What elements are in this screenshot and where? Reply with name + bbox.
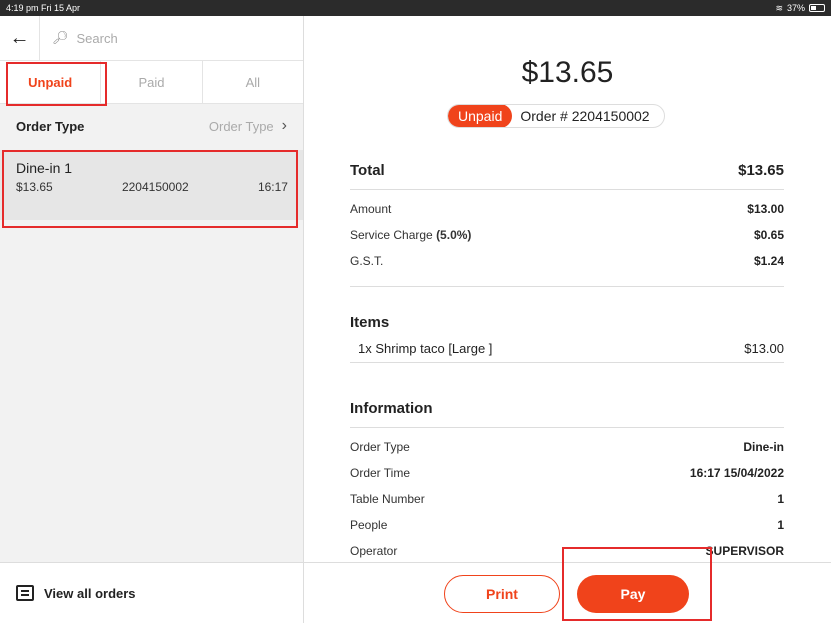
- amount-row: Amount $13.00: [350, 196, 784, 222]
- print-button[interactable]: Print: [444, 575, 560, 613]
- amount-value: $13.00: [747, 202, 784, 216]
- order-card-number: 2204150002: [121, 180, 189, 194]
- order-type-filter[interactable]: Order Type Order Type ›: [0, 104, 303, 148]
- information-rows: Order Type Dine-in Order Time 16:17 15/0…: [350, 428, 784, 564]
- order-card[interactable]: Dine-in 1 $13.65 2204150002 16:17: [0, 150, 303, 228]
- view-all-orders-button[interactable]: View all orders: [0, 562, 303, 623]
- info-row-table-number: Table Number 1: [350, 486, 784, 512]
- info-label: Order Time: [350, 466, 411, 480]
- items-section: Items 1x Shrimp taco [Large ] $13.00: [350, 314, 784, 363]
- order-card-amount: $13.65: [16, 180, 53, 194]
- order-number: Order # 2204150002: [520, 108, 650, 124]
- order-card-details: $13.65 2204150002 16:17: [16, 180, 288, 194]
- total-label: Total: [350, 162, 385, 179]
- info-row-order-time: Order Time 16:17 15/04/2022: [350, 460, 784, 486]
- search-input[interactable]: [76, 30, 277, 46]
- search-row: ← 🔎︎: [0, 15, 303, 61]
- action-bar: Print Pay: [304, 547, 831, 623]
- info-label: Order Type: [350, 440, 410, 454]
- status-tabs: Unpaid Paid All: [0, 61, 303, 106]
- service-charge-text: Service Charge: [350, 228, 433, 242]
- service-charge-pct: (5.0%): [436, 228, 472, 242]
- order-list-panel: ← 🔎︎ Unpaid Paid All Order Type Order Ty…: [0, 15, 304, 623]
- gst-row: G.S.T. $1.24: [350, 248, 784, 274]
- battery-percent: 37%: [786, 3, 805, 13]
- info-row-order-type: Order Type Dine-in: [350, 434, 784, 460]
- order-card-time: 16:17: [257, 180, 288, 194]
- back-arrow-icon[interactable]: ←: [0, 15, 40, 61]
- service-charge-row: Service Charge (5.0%) $0.65: [350, 222, 784, 248]
- information-title: Information: [350, 400, 784, 428]
- order-status-pill: Unpaid Order # 2204150002: [447, 104, 665, 128]
- info-label: People: [350, 518, 388, 532]
- tab-paid[interactable]: Paid: [101, 61, 203, 103]
- items-title: Items: [350, 314, 390, 331]
- chevron-right-icon: ›: [281, 117, 287, 134]
- total-value: $13.65: [738, 162, 784, 179]
- info-value: 1: [777, 518, 784, 532]
- status-time: 4:19 pm Fri 15 Apr: [6, 3, 81, 13]
- amount-label: Amount: [350, 202, 392, 216]
- order-detail-panel: $13.65 Unpaid Order # 2204150002 Total $…: [304, 16, 831, 623]
- wifi-icon: ≋: [775, 2, 783, 13]
- tab-unpaid[interactable]: Unpaid: [0, 61, 108, 106]
- service-charge-value: $0.65: [753, 228, 784, 242]
- tab-all[interactable]: All: [203, 61, 303, 103]
- item-price: $13.00: [744, 341, 784, 356]
- info-value: 16:17 15/04/2022: [689, 466, 784, 480]
- view-all-orders-label: View all orders: [44, 585, 136, 601]
- info-row-operator: Operator SUPERVISOR: [350, 538, 784, 564]
- info-label: Table Number: [350, 492, 425, 506]
- order-card-title: Dine-in 1: [16, 160, 73, 176]
- status-bar: 4:19 pm Fri 15 Apr ≋ 37%: [0, 0, 831, 16]
- gst-label: G.S.T.: [350, 254, 384, 268]
- item-name: 1x Shrimp taco [Large ]: [358, 341, 493, 356]
- total-row: Total $13.65: [350, 162, 784, 190]
- search-icon: 🔎︎: [52, 30, 69, 45]
- pay-button[interactable]: Pay: [577, 575, 689, 613]
- information-section: Information Order Type Dine-in Order Tim…: [350, 400, 784, 564]
- battery-icon: [809, 4, 825, 12]
- totals-section: Total $13.65 Amount $13.00 Service Charg…: [350, 162, 784, 287]
- order-total-amount: $13.65: [521, 56, 614, 89]
- order-type-selector[interactable]: Order Type ›: [209, 117, 287, 135]
- gst-value: $1.24: [753, 254, 784, 268]
- status-right: ≋ 37%: [775, 3, 825, 14]
- order-type-value: Order Type: [208, 118, 274, 134]
- info-row-people: People 1: [350, 512, 784, 538]
- list-item: 1x Shrimp taco [Large ] $13.00: [350, 335, 784, 363]
- service-charge-label: Service Charge (5.0%): [350, 228, 471, 242]
- order-type-label: Order Type: [16, 118, 85, 134]
- info-value: Dine-in: [743, 440, 784, 454]
- order-list-icon: [16, 585, 34, 601]
- status-badge: Unpaid: [448, 105, 513, 127]
- info-value: SUPERVISOR: [705, 544, 784, 558]
- breakdown: Amount $13.00 Service Charge (5.0%) $0.6…: [350, 190, 784, 287]
- info-value: 1: [777, 492, 784, 506]
- info-label: Operator: [350, 544, 398, 558]
